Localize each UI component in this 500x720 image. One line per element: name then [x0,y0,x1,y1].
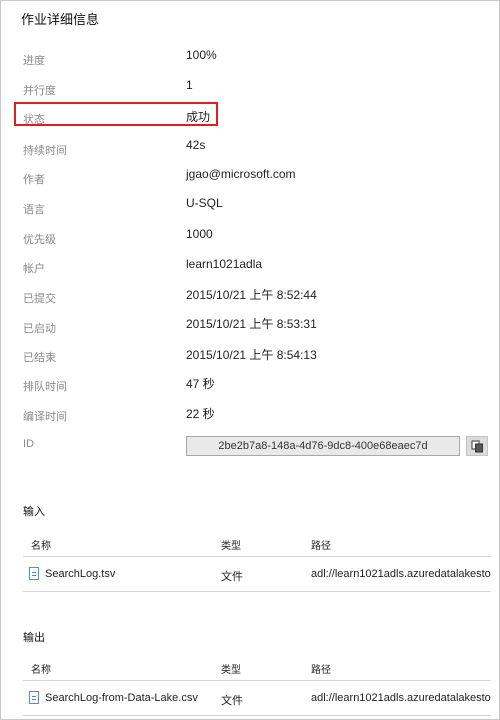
job-id-field[interactable]: 2be2b7a8-148a-4d76-9dc8-400e68eaec7d [186,436,460,456]
priority-label: 优先级 [23,234,56,246]
queued-time-value: 47 秒 [186,377,215,391]
column-header-path: 路径 [311,665,331,676]
table-row[interactable]: SearchLog-from-Data-Lake.csv 文件 adl://le… [23,681,491,716]
job-details-panel: 作业详细信息 进度 100% 并行度 1 状态 成功 持续时间 42s 作者 j… [0,0,500,720]
submitted-label: 已提交 [23,293,56,305]
input-section-title: 输入 [23,506,45,518]
id-label: ID [23,438,34,450]
copy-icon [471,440,483,453]
column-header-type: 类型 [221,541,241,552]
output-table: 名称 类型 路径 SearchLog-from-Data-Lake.csv 文件… [23,654,491,716]
input-table-header: 名称 类型 路径 [23,530,491,557]
file-path: adl://learn1021adls.azuredatalakesto... [311,692,491,704]
file-icon [29,691,39,704]
file-name-link[interactable]: SearchLog-from-Data-Lake.csv [45,692,198,704]
column-header-name: 名称 [31,541,51,552]
status-value: 成功 [186,110,211,124]
priority-value: 1000 [186,227,213,241]
language-value: U-SQL [186,196,223,210]
input-table: 名称 类型 路径 SearchLog.tsv 文件 adl://learn102… [23,530,491,592]
status-label: 状态 [23,114,45,126]
column-header-path: 路径 [311,541,331,552]
output-section-title: 输出 [23,632,45,644]
copy-button[interactable] [466,436,488,456]
account-value: learn1021adla [186,257,263,271]
author-value: jgao@microsoft.com [186,167,296,181]
compile-time-value: 22 秒 [186,407,215,421]
file-icon [29,567,39,580]
column-header-name: 名称 [31,665,51,676]
queued-time-label: 排队时间 [23,381,67,393]
author-label: 作者 [23,174,45,186]
language-label: 语言 [23,204,45,216]
file-type: 文件 [221,695,243,707]
duration-label: 持续时间 [23,145,67,157]
started-value: 2015/10/21 上午 8:53:31 [186,317,317,331]
submitted-value: 2015/10/21 上午 8:52:44 [186,288,317,302]
progress-label: 进度 [23,55,45,67]
started-label: 已启动 [23,323,56,335]
table-row[interactable]: SearchLog.tsv 文件 adl://learn1021adls.azu… [23,557,491,592]
ended-label: 已结束 [23,352,56,364]
file-path: adl://learn1021adls.azuredatalakesto... [311,568,491,580]
column-header-type: 类型 [221,665,241,676]
parallelism-label: 并行度 [23,85,56,97]
file-type: 文件 [221,571,243,583]
panel-title: 作业详细信息 [21,12,100,27]
duration-value: 42s [186,138,206,152]
file-name-link[interactable]: SearchLog.tsv [45,568,115,580]
account-label: 帐户 [23,263,45,275]
progress-value: 100% [186,48,217,62]
ended-value: 2015/10/21 上午 8:54:13 [186,348,317,362]
parallelism-value: 1 [186,78,193,92]
output-table-header: 名称 类型 路径 [23,654,491,681]
compile-time-label: 编译时间 [23,411,67,423]
